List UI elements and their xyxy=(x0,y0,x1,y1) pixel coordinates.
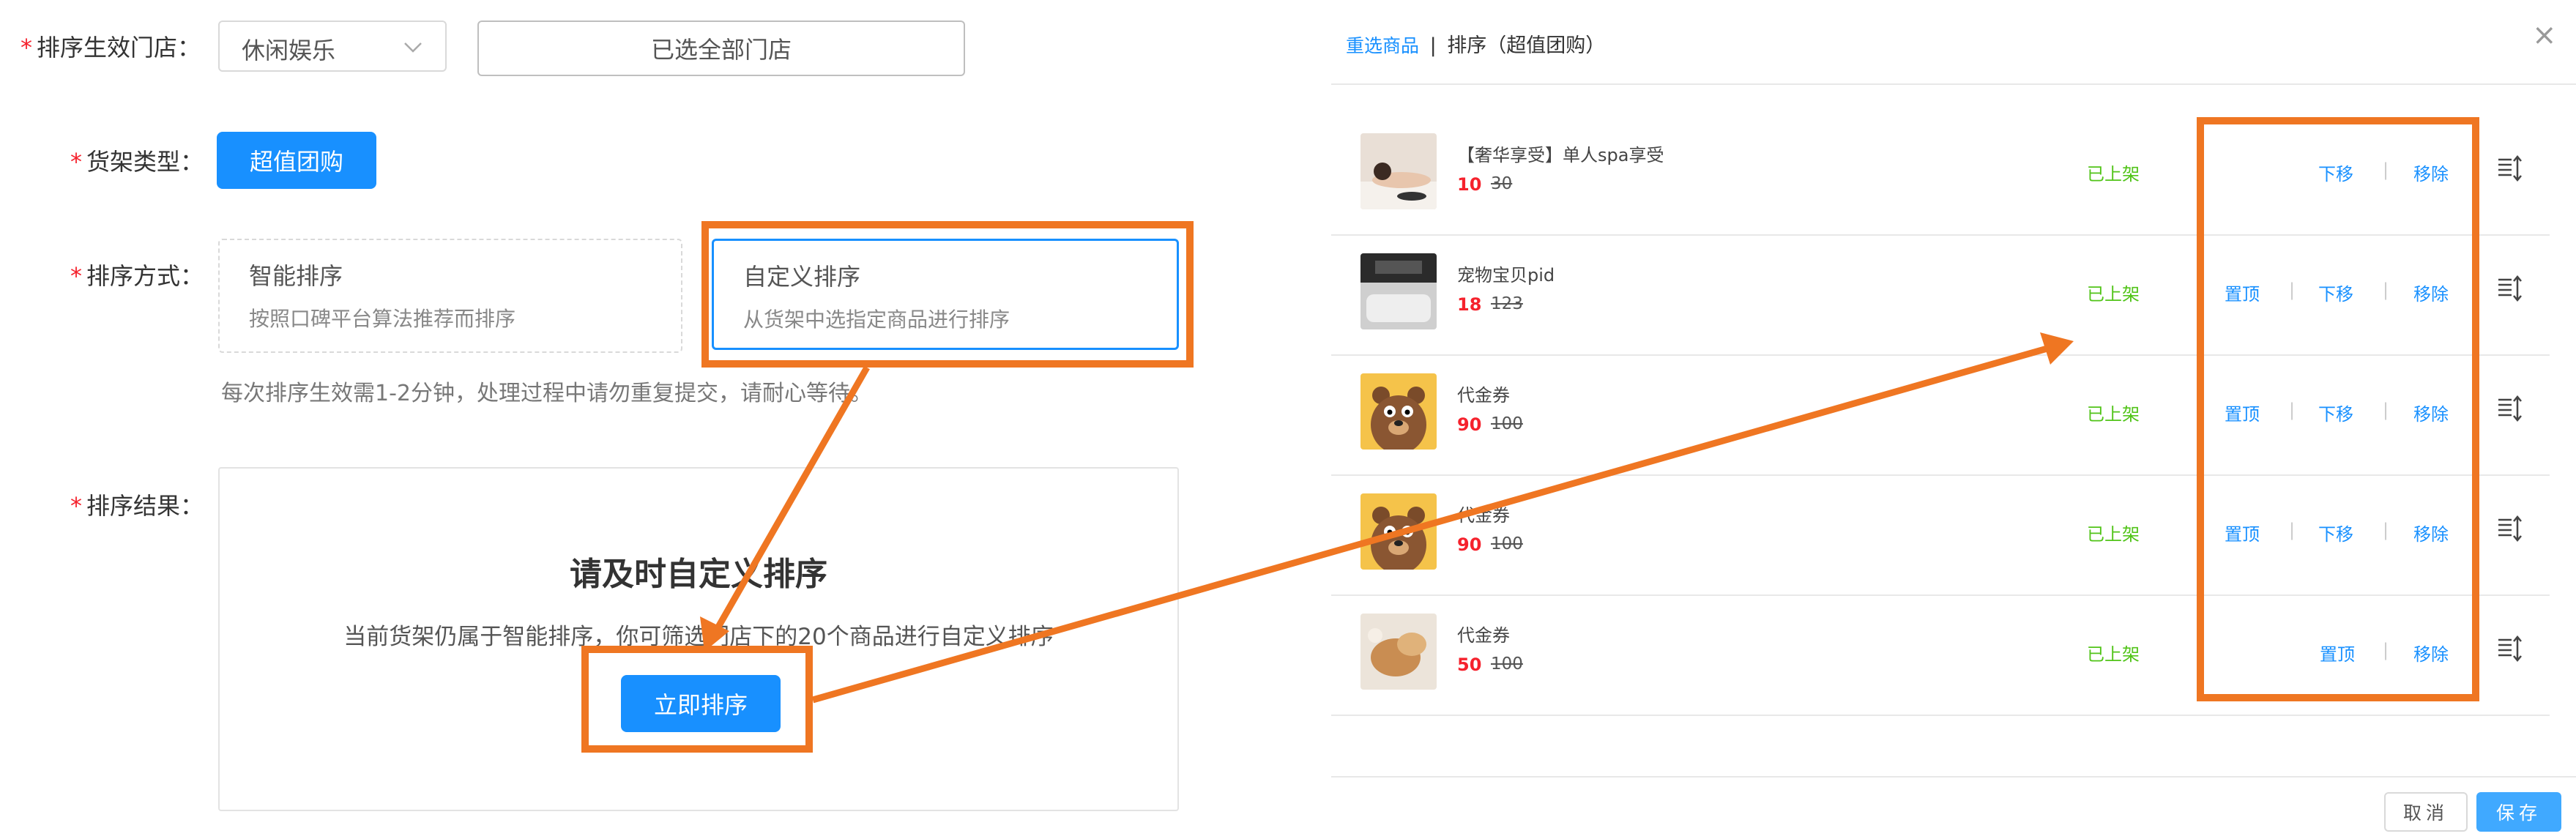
product-original-price: 100 xyxy=(1491,655,1523,674)
panel-header: 重选商品 | 排序（超值团购） xyxy=(1346,29,1605,58)
store-label: * 排序生效门店： xyxy=(21,34,201,61)
drag-sort-icon[interactable] xyxy=(2497,155,2522,182)
bear-thumbnail xyxy=(1360,373,1437,450)
drag-sort-icon[interactable] xyxy=(2497,275,2522,302)
product-original-price: 100 xyxy=(1491,414,1523,433)
reselect-link[interactable]: 重选商品 xyxy=(1346,35,1419,56)
sort-hint: 每次排序生效需1-2分钟，处理过程中请勿重复提交，请耐心等待。 xyxy=(221,381,872,406)
annotation-box-custom xyxy=(701,221,1194,368)
bear-thumbnail xyxy=(1360,493,1437,570)
product-price: 90 xyxy=(1457,534,1482,555)
sort-result-box: 请及时自定义排序 当前货架仍属于智能排序，你可筛选门店下的20个商品进行自定义排… xyxy=(218,467,1179,811)
status-badge: 已上架 xyxy=(2087,164,2140,184)
select-all-stores-button[interactable]: 已选全部门店 xyxy=(477,20,965,76)
product-original-price: 30 xyxy=(1491,174,1513,193)
result-label: * 排序结果： xyxy=(70,492,204,520)
header-separator: | xyxy=(1429,34,1437,57)
cancel-button[interactable]: 取消 xyxy=(2384,792,2468,832)
product-price: 18 xyxy=(1457,294,1482,315)
shelf-type-button[interactable]: 超值团购 xyxy=(217,132,376,189)
chevron-down-icon xyxy=(404,42,422,53)
product-price: 10 xyxy=(1457,174,1482,195)
product-name: 【奢华享受】单人spa享受 xyxy=(1457,145,1664,165)
spa-thumbnail xyxy=(1360,133,1437,209)
smart-sort-option[interactable]: 智能排序 按照口碑平台算法推荐而排序 xyxy=(218,239,682,353)
product-name: 代金券 xyxy=(1457,625,1510,646)
food-thumbnail xyxy=(1360,614,1437,690)
panel-title: 排序（超值团购） xyxy=(1447,34,1606,57)
product-name: 代金券 xyxy=(1457,385,1510,406)
drag-sort-icon[interactable] xyxy=(2497,635,2522,662)
close-icon[interactable]: × xyxy=(2532,20,2557,50)
status-badge: 已上架 xyxy=(2087,644,2140,665)
header-divider xyxy=(1331,83,2576,85)
product-price: 50 xyxy=(1457,655,1482,675)
footer-divider xyxy=(1331,776,2576,778)
smart-sort-desc: 按照口碑平台算法推荐而排序 xyxy=(249,307,516,331)
product-price: 90 xyxy=(1457,414,1482,435)
save-button[interactable]: 保存 xyxy=(2476,792,2561,832)
shelf-label: * 货架类型： xyxy=(70,148,204,176)
store-select[interactable]: 休闲娱乐 xyxy=(218,20,447,72)
drag-sort-icon[interactable] xyxy=(2497,395,2522,422)
smart-sort-title: 智能排序 xyxy=(249,262,343,290)
result-title: 请及时自定义排序 xyxy=(570,556,827,593)
product-name: 宠物宝贝pid xyxy=(1457,265,1555,286)
status-badge: 已上架 xyxy=(2087,404,2140,425)
store-select-value: 休闲娱乐 xyxy=(242,37,336,64)
product-original-price: 100 xyxy=(1491,534,1523,553)
product-original-price: 123 xyxy=(1491,294,1523,313)
status-badge: 已上架 xyxy=(2087,284,2140,305)
annotation-box-button xyxy=(581,646,813,753)
sort-label: * 排序方式： xyxy=(70,262,204,290)
pet-thumbnail xyxy=(1360,253,1437,329)
status-badge: 已上架 xyxy=(2087,524,2140,545)
product-name: 代金券 xyxy=(1457,505,1510,526)
annotation-box-actions xyxy=(2197,117,2479,701)
drag-sort-icon[interactable] xyxy=(2497,515,2522,542)
